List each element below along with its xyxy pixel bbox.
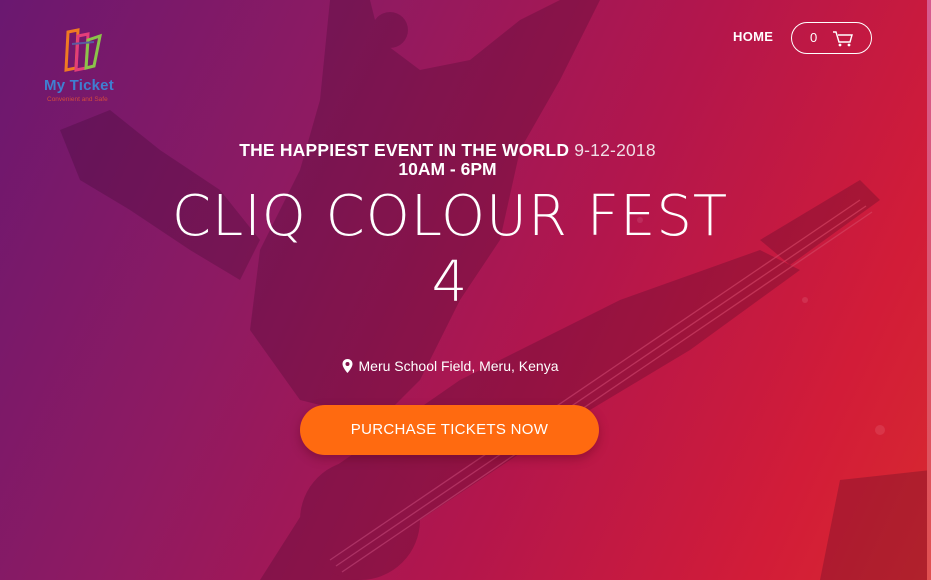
event-title: CLIQ COLOUR FEST 4 <box>0 184 900 316</box>
event-time: 10AM - 6PM <box>398 159 497 179</box>
brand-tagline: Convenient and Safe <box>47 96 108 103</box>
event-location-text: Meru School Field, Meru, Kenya <box>358 358 559 374</box>
event-title-line1: CLIQ COLOUR FEST <box>171 184 729 249</box>
event-location: Meru School Field, Meru, Kenya <box>0 358 900 374</box>
event-date: 9-12-2018 <box>574 140 656 160</box>
cart-count: 0 <box>810 30 818 45</box>
shopping-cart-icon <box>833 31 853 47</box>
event-headline: THE HAPPIEST EVENT IN THE WORLD <box>239 140 570 160</box>
event-title-line2: 4 <box>431 250 469 315</box>
purchase-tickets-button[interactable]: PURCHASE TICKETS NOW <box>300 405 599 455</box>
nav-home-link[interactable]: HOME <box>733 29 773 44</box>
scrollbar-edge <box>927 0 931 580</box>
purchase-tickets-label: PURCHASE TICKETS NOW <box>350 421 549 438</box>
event-headline-row: THE HAPPIEST EVENT IN THE WORLD 9-12-201… <box>0 140 895 161</box>
brand-name: My Ticket <box>44 77 114 94</box>
brand-logo[interactable]: My Ticket Convenient and Safe <box>40 24 140 112</box>
map-pin-icon <box>342 359 352 373</box>
cart-button[interactable]: 0 <box>791 22 872 54</box>
ticket-stack-icon <box>64 28 102 72</box>
